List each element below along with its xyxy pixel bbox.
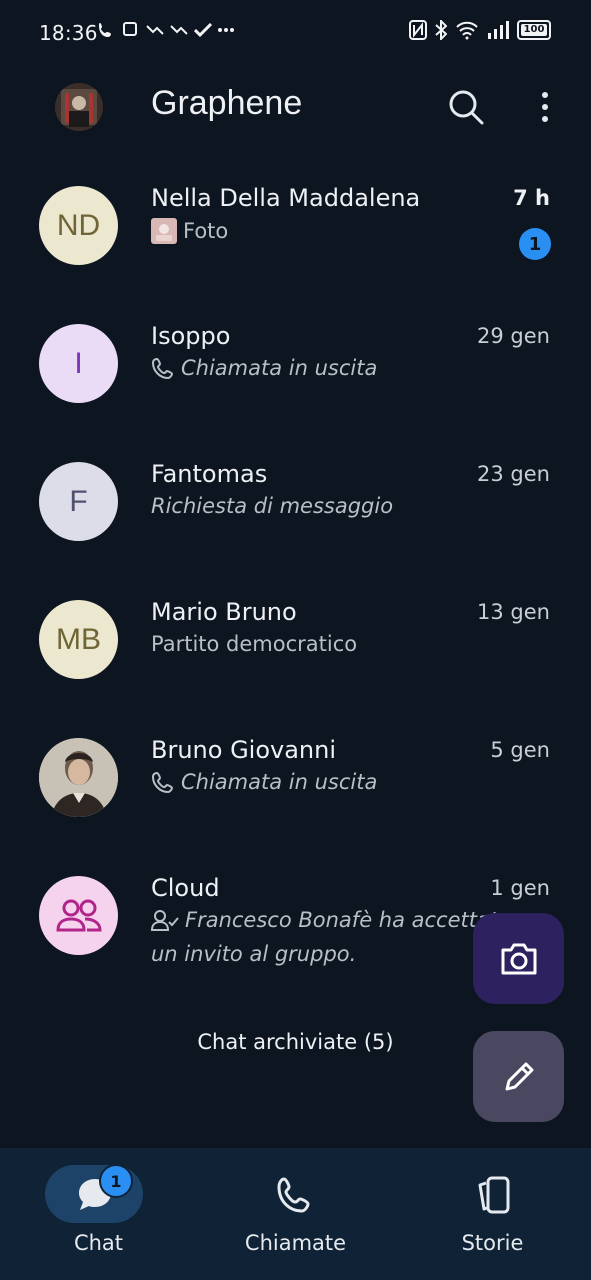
avatar (39, 738, 118, 817)
nav-tab-chat[interactable]: 1 Chat (0, 1148, 197, 1280)
bluetooth-icon (435, 20, 447, 40)
chat-preview: Chiamata in uscita (151, 770, 377, 794)
nav-tab-calls[interactable]: Chiamate (197, 1148, 394, 1280)
avatar (39, 876, 118, 955)
trend-icon-2 (170, 25, 188, 35)
chat-name: Bruno Giovanni (151, 736, 337, 764)
chat-preview: Partito democratico (151, 632, 357, 656)
chat-time: 1 gen (490, 876, 550, 900)
profile-avatar[interactable] (55, 83, 103, 131)
chat-name: Fantomas (151, 460, 268, 488)
pencil-icon (505, 1062, 533, 1090)
chat-preview: Richiesta di messaggio (151, 494, 393, 518)
avatar: F (39, 462, 118, 541)
chat-time: 13 gen (477, 600, 550, 624)
more-vert-icon (542, 92, 548, 122)
profile-photo-icon (55, 83, 103, 131)
avatar: ND (39, 186, 118, 265)
search-button[interactable] (446, 87, 486, 127)
member-joined-icon (151, 910, 179, 931)
bottom-navigation: 1 Chat Chiamate Storie (0, 1148, 591, 1280)
status-bar: 18:36 100 (0, 0, 591, 64)
chat-preview-text: Francesco Bonafè ha accettato (185, 908, 511, 932)
photo-thumbnail-icon (151, 218, 177, 244)
app-title: Graphene (151, 84, 303, 122)
chat-preview-text: Foto (183, 219, 229, 243)
signal-icon (488, 21, 509, 39)
system-icons: 100 (409, 20, 551, 40)
nfc-icon (409, 20, 427, 40)
outgoing-call-icon (151, 771, 174, 794)
chat-preview-text: Partito democratico (151, 632, 358, 656)
more-notifications-icon (218, 28, 234, 32)
chat-name: Mario Bruno (151, 598, 297, 626)
chat-name: Cloud (151, 874, 220, 902)
status-time: 18:36 (39, 21, 98, 45)
missed-call-icon (99, 23, 111, 37)
chat-preview: Foto (151, 218, 228, 244)
chat-preview-text: Richiesta di messaggio (151, 494, 394, 518)
avatar: MB (39, 600, 118, 679)
battery-level: 100 (521, 24, 547, 36)
nav-label-stories: Storie (461, 1231, 524, 1255)
wifi-icon (456, 21, 478, 40)
more-options-button[interactable] (530, 87, 560, 127)
group-icon (55, 899, 102, 931)
nav-tab-stories[interactable]: Storie (394, 1148, 591, 1280)
outgoing-call-icon (151, 357, 174, 380)
chat-time: 29 gen (477, 324, 550, 348)
chat-preview: Chiamata in uscita (151, 356, 377, 380)
camera-icon (501, 943, 536, 974)
avatar: I (39, 324, 118, 403)
search-icon (449, 90, 484, 125)
chat-item-fantomas[interactable]: F Fantomas 23 gen Richiesta di messaggio (0, 460, 591, 600)
battery-icon: 100 (517, 20, 551, 40)
chat-preview-line2: un invito al gruppo. (151, 942, 357, 966)
nav-label-chat: Chat (73, 1231, 124, 1255)
chat-name: Isoppo (151, 322, 231, 350)
chat-item-bruno[interactable]: Bruno Giovanni 5 gen Chiamata in uscita (0, 736, 591, 876)
chat-name: Nella Della Maddalena (151, 184, 421, 212)
chat-item-isoppo[interactable]: I Isoppo 29 gen Chiamata in uscita (0, 322, 591, 462)
archived-chats-label: Chat archiviate (5) (197, 1030, 394, 1054)
chat-time: 23 gen (477, 462, 550, 486)
chat-preview-text: Chiamata in uscita (181, 356, 378, 380)
notification-icons (96, 20, 234, 40)
chat-time: 7 h (513, 186, 550, 210)
chat-item-mario[interactable]: MB Mario Bruno 13 gen Partito democratic… (0, 598, 591, 738)
stories-icon (478, 1176, 510, 1214)
chat-preview: Francesco Bonafè ha accettato (151, 908, 511, 932)
nav-chat-badge: 1 (99, 1164, 133, 1198)
chat-time: 5 gen (490, 738, 550, 762)
contact-photo-icon (39, 738, 118, 817)
chat-preview-text: Chiamata in uscita (181, 770, 378, 794)
trend-icon (146, 25, 164, 35)
compose-fab[interactable] (473, 1031, 564, 1122)
chat-item-nella[interactable]: ND Nella Della Maddalena 7 h Foto 1 (0, 184, 591, 324)
check-icon (194, 23, 212, 37)
nav-label-calls: Chiamate (244, 1231, 347, 1255)
phone-icon (277, 1177, 310, 1213)
camera-fab[interactable] (473, 913, 564, 1004)
unread-badge: 1 (519, 228, 551, 260)
top-app-bar: Graphene (0, 70, 591, 146)
wifi-calling-icon (123, 22, 137, 36)
